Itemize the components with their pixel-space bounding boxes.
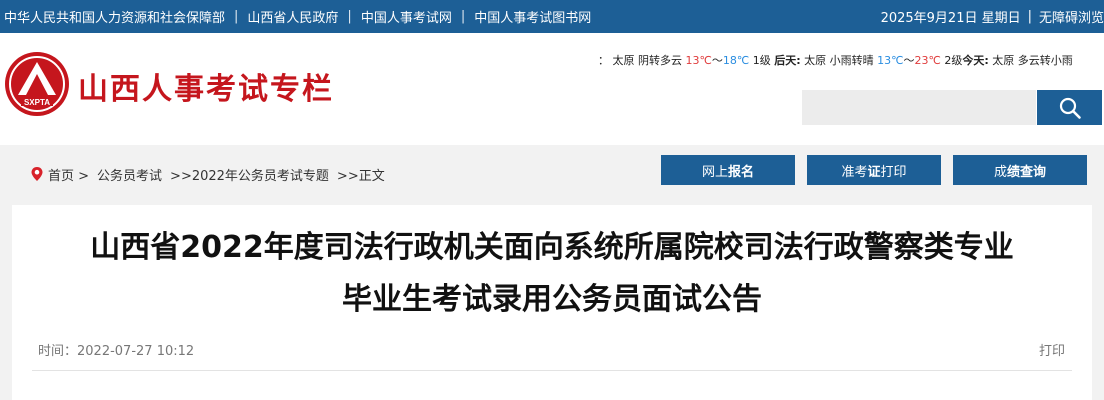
weather-ticker: ： 太原 阴转多云 13℃～18℃ 1级 后天: 太原 小雨转晴 13℃～23℃… bbox=[598, 52, 1104, 70]
publish-time-label: 时间： bbox=[38, 344, 78, 359]
admission-ticket-print-button[interactable]: 准考证打印 bbox=[807, 155, 941, 185]
breadcrumb: 首页 > 公务员考试 >>2022年公务员考试专题 >>正文 bbox=[30, 164, 393, 184]
weather-day-label: 后天: bbox=[774, 54, 801, 67]
weather-condition: 小雨转晴 bbox=[829, 54, 874, 67]
search-button[interactable] bbox=[1037, 90, 1102, 125]
weather-city: 太原 bbox=[612, 54, 635, 67]
weather-wind: 1级 bbox=[752, 54, 771, 67]
logo-text: SXPTA bbox=[24, 98, 50, 107]
search-input[interactable] bbox=[802, 90, 1036, 125]
top-link-separator: | bbox=[460, 9, 466, 24]
sxpta-logo-icon[interactable]: SXPTA bbox=[4, 51, 70, 117]
top-bar: 中华人民共和国人力资源和社会保障部 | 山西省人民政府 | 中国人事考试网 | … bbox=[0, 0, 1104, 33]
nav-button-text-bold: 绩查询 bbox=[1007, 164, 1047, 180]
top-link-shanxi-gov[interactable]: 山西省人民政府 bbox=[247, 7, 338, 26]
nav-button-text: 网上 bbox=[701, 164, 728, 180]
article-title-line: 山西省2022年度司法行政机关面向系统所属院校司法行政警察类专业 bbox=[90, 230, 1014, 265]
nav-button-text: 成 bbox=[993, 164, 1007, 180]
top-link-cpta[interactable]: 中国人事考试网 bbox=[361, 7, 452, 26]
top-link-book-net[interactable]: 中国人事考试图书网 bbox=[474, 7, 591, 26]
breadcrumb-topic[interactable]: >>2022年公务员考试专题 bbox=[170, 165, 329, 184]
top-link-separator: | bbox=[234, 9, 239, 24]
weather-city: 太原 bbox=[992, 54, 1015, 67]
article-title: 山西省2022年度司法行政机关面向系统所属院校司法行政警察类专业 毕业生考试录用… bbox=[12, 222, 1092, 326]
accessibility-link[interactable]: 无障碍浏览 bbox=[1039, 7, 1104, 26]
article-meta: 时间：2022-07-27 10:12 bbox=[38, 340, 194, 359]
nav-button-text-bold: 报名 bbox=[728, 164, 755, 180]
weather-condition: 阴转多云 bbox=[638, 54, 682, 67]
nav-button-text: 打印 bbox=[880, 164, 907, 180]
top-link-separator: | bbox=[347, 9, 352, 24]
top-links: 中华人民共和国人力资源和社会保障部 | 山西省人民政府 | 中国人事考试网 | … bbox=[4, 0, 591, 33]
nav-button-text-bold: 证 bbox=[867, 164, 881, 180]
top-right-separator: | bbox=[1027, 9, 1032, 24]
weather-city: 太原 bbox=[804, 54, 827, 67]
search-icon bbox=[1059, 97, 1081, 119]
weather-high-temp: 23℃ bbox=[914, 54, 941, 67]
breadcrumb-civil-service[interactable]: 公务员考试 bbox=[97, 165, 162, 184]
top-link-mohrss[interactable]: 中华人民共和国人力资源和社会保障部 bbox=[4, 7, 225, 26]
breadcrumb-home[interactable]: 首页 > bbox=[48, 165, 89, 184]
weather-tilde: ～ bbox=[903, 54, 915, 67]
weather-tilde: ～ bbox=[711, 54, 723, 67]
weather-high-temp: 18℃ bbox=[722, 54, 750, 67]
article-title-line: 毕业生考试录用公务员面试公告 bbox=[342, 282, 762, 317]
score-query-button[interactable]: 成绩查询 bbox=[953, 155, 1087, 185]
weather-wind: 2级 bbox=[944, 54, 963, 67]
current-date: 2025年9月21日 星期日 bbox=[880, 11, 1021, 26]
publish-time: 2022-07-27 10:12 bbox=[77, 344, 195, 359]
online-registration-button[interactable]: 网上 报名 bbox=[661, 155, 795, 185]
weather-prefix: ： bbox=[598, 54, 609, 67]
article-divider bbox=[32, 370, 1072, 371]
breadcrumb-current: >>正文 bbox=[336, 168, 385, 184]
weather-condition: 多云转小雨 bbox=[1017, 54, 1073, 67]
site-title[interactable]: 山西人事考试专栏 bbox=[78, 64, 334, 108]
weather-low-temp: 13℃ bbox=[877, 54, 904, 67]
print-link[interactable]: 打印 bbox=[1039, 340, 1065, 359]
weather-day-label: 今天: bbox=[962, 54, 989, 67]
nav-button-text: 准考 bbox=[841, 164, 868, 180]
location-pin-icon bbox=[31, 167, 43, 181]
top-right: 2025年9月21日 星期日 | 无障碍浏览 bbox=[881, 0, 1104, 33]
weather-low-temp: 13℃ bbox=[685, 54, 712, 67]
